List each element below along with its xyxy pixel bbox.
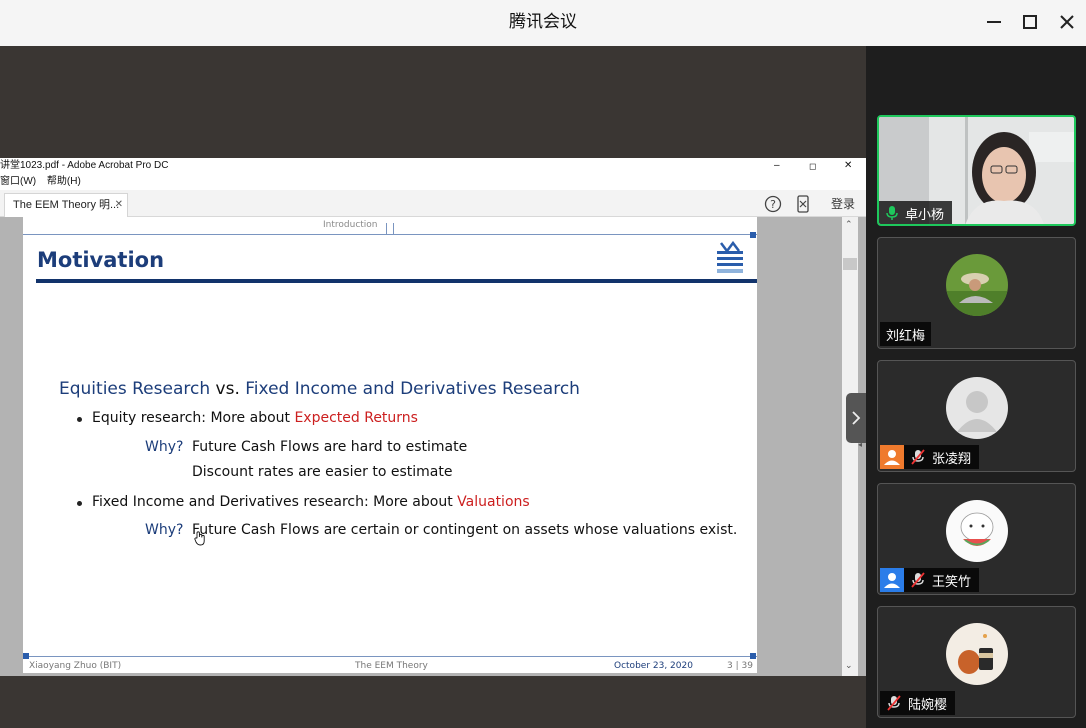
avatar bbox=[946, 500, 1008, 562]
close-icon bbox=[1060, 15, 1074, 29]
acrobat-minimize-icon[interactable]: – bbox=[774, 158, 780, 174]
maximize-button[interactable] bbox=[1015, 8, 1045, 36]
mic-muted-icon bbox=[911, 449, 925, 465]
bullet-fixed-income: Fixed Income and Derivatives research: M… bbox=[92, 494, 530, 510]
heading-fixed-income: Fixed Income and Derivatives Research bbox=[245, 379, 580, 399]
footer-date: October 23, 2020 bbox=[614, 661, 693, 671]
mic-muted-icon bbox=[911, 572, 925, 588]
acrobat-restore-icon[interactable]: ◻ bbox=[809, 158, 816, 174]
bullet-fi-highlight: Valuations bbox=[457, 494, 530, 510]
acrobat-titlebar: 讲堂1023.pdf - Adobe Acrobat Pro DC – ◻ ✕ bbox=[0, 158, 866, 174]
participant-name: 王笑竹 bbox=[932, 574, 972, 590]
participant-name-tag: 王笑竹 bbox=[880, 568, 980, 592]
mic-muted-icon bbox=[887, 695, 901, 711]
bullet-equity: Equity research: More about Expected Ret… bbox=[92, 410, 418, 426]
help-icon[interactable]: ? bbox=[764, 195, 782, 213]
slide-title: Motivation bbox=[37, 248, 165, 272]
avatar bbox=[946, 254, 1008, 316]
scrollbar-thumb[interactable] bbox=[843, 258, 857, 270]
participant-name-tag: 刘红梅 bbox=[880, 322, 932, 346]
bullet-dot bbox=[77, 417, 82, 422]
bullet-equity-highlight: Expected Returns bbox=[294, 410, 418, 426]
acrobat-tab-bar: The EEM Theory 明... ✕ ? 登录 bbox=[0, 190, 866, 217]
bullet-dot bbox=[77, 501, 82, 506]
why-label-1: Why? bbox=[145, 439, 184, 455]
user-icon bbox=[880, 445, 904, 469]
footer-title: The EEM Theory bbox=[355, 661, 428, 671]
user-icon bbox=[880, 568, 904, 592]
why1-line1: Future Cash Flows are hard to estimate bbox=[192, 439, 468, 455]
bullet-fi-text: Fixed Income and Derivatives research: M… bbox=[92, 494, 458, 510]
participant-tile[interactable]: 陆婉樱 bbox=[877, 606, 1076, 718]
participant-tile[interactable]: 刘红梅 bbox=[877, 237, 1076, 349]
participant-name: 陆婉樱 bbox=[908, 697, 948, 713]
bullet-equity-text: Equity research: More about bbox=[92, 410, 295, 426]
toggle-panel-button[interactable] bbox=[846, 393, 866, 443]
mobile-link-icon[interactable] bbox=[795, 195, 811, 213]
slide-section: Introduction bbox=[323, 220, 378, 230]
participant-tile[interactable]: 卓小杨 bbox=[877, 115, 1076, 226]
why2-line1: Future Cash Flows are certain or conting… bbox=[192, 522, 738, 538]
participant-name: 张凌翔 bbox=[932, 451, 972, 467]
menu-help[interactable]: 帮助(H) bbox=[47, 176, 81, 187]
acrobat-close-icon[interactable]: ✕ bbox=[844, 158, 852, 174]
maximize-icon bbox=[1023, 15, 1037, 29]
university-logo bbox=[717, 241, 743, 273]
scroll-up-icon[interactable]: ⌃ bbox=[845, 220, 853, 230]
acrobat-menu-bar: 窗口(W) 帮助(H) bbox=[0, 174, 866, 190]
participant-panel: 卓小杨 刘红梅 张凌翔 王笑竹 陆婉樱 bbox=[866, 46, 1086, 728]
avatar bbox=[946, 623, 1008, 685]
footer-author: Xiaoyang Zhuo (BIT) bbox=[29, 661, 122, 671]
participant-name-tag: 张凌翔 bbox=[880, 445, 980, 469]
close-button[interactable] bbox=[1052, 8, 1082, 36]
slide-page: Introduction Motivation Equities Researc… bbox=[23, 217, 757, 673]
mic-on-icon bbox=[886, 206, 898, 220]
participant-name-tag: 卓小杨 bbox=[879, 201, 953, 224]
heading-vs: vs. bbox=[215, 379, 240, 399]
title-bar: 腾讯会议 bbox=[0, 0, 1086, 46]
chevron-right-icon bbox=[852, 411, 861, 425]
document-tab-label: The EEM Theory 明... bbox=[13, 199, 120, 211]
heading-equities: Equities Research bbox=[59, 379, 211, 399]
login-link[interactable]: 登录 bbox=[831, 195, 855, 212]
hand-cursor-icon bbox=[194, 531, 205, 546]
why-label-2: Why? bbox=[145, 522, 184, 538]
default-avatar bbox=[946, 377, 1008, 439]
acrobat-title: 讲堂1023.pdf - Adobe Acrobat Pro DC bbox=[0, 160, 169, 171]
participant-name-tag: 陆婉樱 bbox=[880, 691, 956, 715]
tab-close-icon[interactable]: ✕ bbox=[115, 194, 123, 216]
participant-tile[interactable]: 张凌翔 bbox=[877, 360, 1076, 472]
acrobat-window: 讲堂1023.pdf - Adobe Acrobat Pro DC – ◻ ✕ … bbox=[0, 158, 866, 676]
minimize-icon bbox=[987, 21, 1001, 23]
svg-text:?: ? bbox=[770, 198, 776, 211]
why1-line2: Discount rates are easier to estimate bbox=[192, 464, 453, 480]
title-rule bbox=[36, 279, 757, 283]
menu-window[interactable]: 窗口(W) bbox=[0, 176, 36, 187]
vertical-scrollbar[interactable]: ⌃ ⌄ bbox=[842, 217, 858, 676]
minimize-button[interactable] bbox=[979, 8, 1009, 36]
app-title: 腾讯会议 bbox=[509, 12, 577, 32]
footer-page: 3 | 39 bbox=[727, 661, 753, 671]
scroll-down-icon[interactable]: ⌄ bbox=[845, 661, 853, 671]
participant-tile[interactable]: 王笑竹 bbox=[877, 483, 1076, 595]
document-tab[interactable]: The EEM Theory 明... ✕ bbox=[4, 193, 128, 217]
slide-heading: Equities Research vs. Fixed Income and D… bbox=[59, 379, 580, 399]
participant-name: 刘红梅 bbox=[886, 328, 926, 344]
participant-name: 卓小杨 bbox=[905, 207, 945, 223]
